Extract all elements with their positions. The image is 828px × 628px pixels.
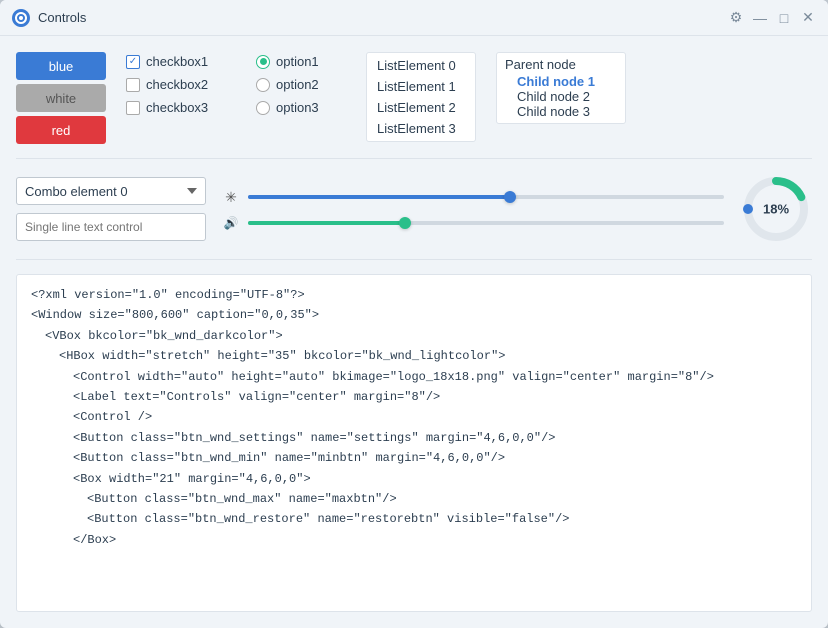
code-line-1: <Window size="800,600" caption="0,0,35"> bbox=[31, 305, 797, 325]
code-line-3: <HBox width="stretch" height="35" bkcolo… bbox=[31, 346, 797, 366]
radio-1-label: option1 bbox=[276, 54, 319, 69]
code-line-12: </Box> bbox=[31, 530, 797, 550]
checkbox-group: ✓ checkbox1 checkbox2 checkbox3 bbox=[126, 52, 236, 115]
close-button[interactable]: ✕ bbox=[800, 10, 816, 26]
volume-icon: 🔊 bbox=[222, 216, 240, 230]
divider-2 bbox=[16, 259, 812, 260]
brightness-icon: ✳ bbox=[222, 189, 240, 206]
blue-button[interactable]: blue bbox=[16, 52, 106, 80]
slider-thumb-2[interactable] bbox=[399, 217, 411, 229]
red-button[interactable]: red bbox=[16, 116, 106, 144]
radio-2-label: option2 bbox=[276, 77, 319, 92]
list-group: ListElement 0 ListElement 1 ListElement … bbox=[366, 52, 476, 142]
checkbox-1-box[interactable]: ✓ bbox=[126, 55, 140, 69]
progress-circle: 18% bbox=[740, 173, 812, 245]
radio-2-circle[interactable] bbox=[256, 78, 270, 92]
window-controls: ⚙ — □ ✕ bbox=[728, 10, 816, 26]
minimize-button[interactable]: — bbox=[752, 10, 768, 26]
slider-fill-2 bbox=[248, 221, 405, 225]
radio-group: option1 option2 option3 bbox=[256, 52, 346, 115]
checkbox-3-label: checkbox3 bbox=[146, 100, 208, 115]
window-title: Controls bbox=[38, 10, 728, 25]
main-window: Controls ⚙ — □ ✕ blue white red ✓ ch bbox=[0, 0, 828, 628]
slider-track-2[interactable] bbox=[248, 221, 724, 225]
radio-item-1[interactable]: option1 bbox=[256, 54, 346, 69]
code-line-2: <VBox bkcolor="bk_wnd_darkcolor"> bbox=[31, 326, 797, 346]
checkbox-item-3[interactable]: checkbox3 bbox=[126, 100, 236, 115]
white-button[interactable]: white bbox=[16, 84, 106, 112]
checkbox-item-1[interactable]: ✓ checkbox1 bbox=[126, 54, 236, 69]
slider-thumb-1[interactable] bbox=[504, 191, 516, 203]
sliders-column: ✳ 🔊 bbox=[222, 189, 724, 230]
tree-child-3[interactable]: Child node 3 bbox=[505, 104, 617, 119]
combo-select[interactable]: Combo element 0 Combo element 1 Combo el… bbox=[16, 177, 206, 205]
code-line-4: <Control width="auto" height="auto" bkim… bbox=[31, 367, 797, 387]
divider-1 bbox=[16, 158, 812, 159]
code-line-5: <Label text="Controls" valign="center" m… bbox=[31, 387, 797, 407]
slider-row-2: 🔊 bbox=[222, 216, 724, 230]
list-item-2[interactable]: ListElement 2 bbox=[367, 97, 475, 118]
xml-code-area[interactable]: <?xml version="1.0" encoding="UTF-8"?> <… bbox=[16, 274, 812, 612]
checkmark-1: ✓ bbox=[129, 56, 137, 67]
code-line-6: <Control /> bbox=[31, 407, 797, 427]
radio-1-dot bbox=[260, 58, 267, 65]
slider-fill-1 bbox=[248, 195, 510, 199]
checkbox-2-box[interactable] bbox=[126, 78, 140, 92]
second-row: Combo element 0 Combo element 1 Combo el… bbox=[16, 173, 812, 245]
code-line-11: <Button class="btn_wnd_restore" name="re… bbox=[31, 509, 797, 529]
list-item-3[interactable]: ListElement 3 bbox=[367, 118, 475, 139]
checkbox-item-2[interactable]: checkbox2 bbox=[126, 77, 236, 92]
code-line-10: <Button class="btn_wnd_max" name="maxbtn… bbox=[31, 489, 797, 509]
list-item-1[interactable]: ListElement 1 bbox=[367, 76, 475, 97]
slider-track-1[interactable] bbox=[248, 195, 724, 199]
checkbox-3-box[interactable] bbox=[126, 101, 140, 115]
radio-3-label: option3 bbox=[276, 100, 319, 115]
tree-child-2[interactable]: Child node 2 bbox=[505, 89, 617, 104]
settings-button[interactable]: ⚙ bbox=[728, 10, 744, 26]
tree-child-1[interactable]: Child node 1 bbox=[505, 74, 617, 89]
radio-1-circle[interactable] bbox=[256, 55, 270, 69]
radio-3-circle[interactable] bbox=[256, 101, 270, 115]
code-line-9: <Box width="21" margin="4,6,0,0"> bbox=[31, 469, 797, 489]
radio-item-2[interactable]: option2 bbox=[256, 77, 346, 92]
color-button-group: blue white red bbox=[16, 52, 106, 144]
radio-item-3[interactable]: option3 bbox=[256, 100, 346, 115]
checkbox-1-label: checkbox1 bbox=[146, 54, 208, 69]
checkbox-2-label: checkbox2 bbox=[146, 77, 208, 92]
combo-text-column: Combo element 0 Combo element 1 Combo el… bbox=[16, 177, 206, 241]
maximize-button[interactable]: □ bbox=[776, 10, 792, 26]
text-input[interactable] bbox=[16, 213, 206, 241]
tree-parent-node: Parent node bbox=[505, 57, 617, 72]
code-line-7: <Button class="btn_wnd_settings" name="s… bbox=[31, 428, 797, 448]
slider-row-1: ✳ bbox=[222, 189, 724, 206]
code-line-0: <?xml version="1.0" encoding="UTF-8"?> bbox=[31, 285, 797, 305]
title-bar: Controls ⚙ — □ ✕ bbox=[0, 0, 828, 36]
list-item-0[interactable]: ListElement 0 bbox=[367, 55, 475, 76]
controls-row: blue white red ✓ checkbox1 checkbox2 bbox=[16, 52, 812, 144]
progress-label: 18% bbox=[763, 202, 789, 217]
content-area: blue white red ✓ checkbox1 checkbox2 bbox=[0, 36, 828, 628]
tree-group: Parent node Child node 1 Child node 2 Ch… bbox=[496, 52, 626, 124]
app-icon bbox=[12, 9, 30, 27]
code-line-8: <Button class="btn_wnd_min" name="minbtn… bbox=[31, 448, 797, 468]
